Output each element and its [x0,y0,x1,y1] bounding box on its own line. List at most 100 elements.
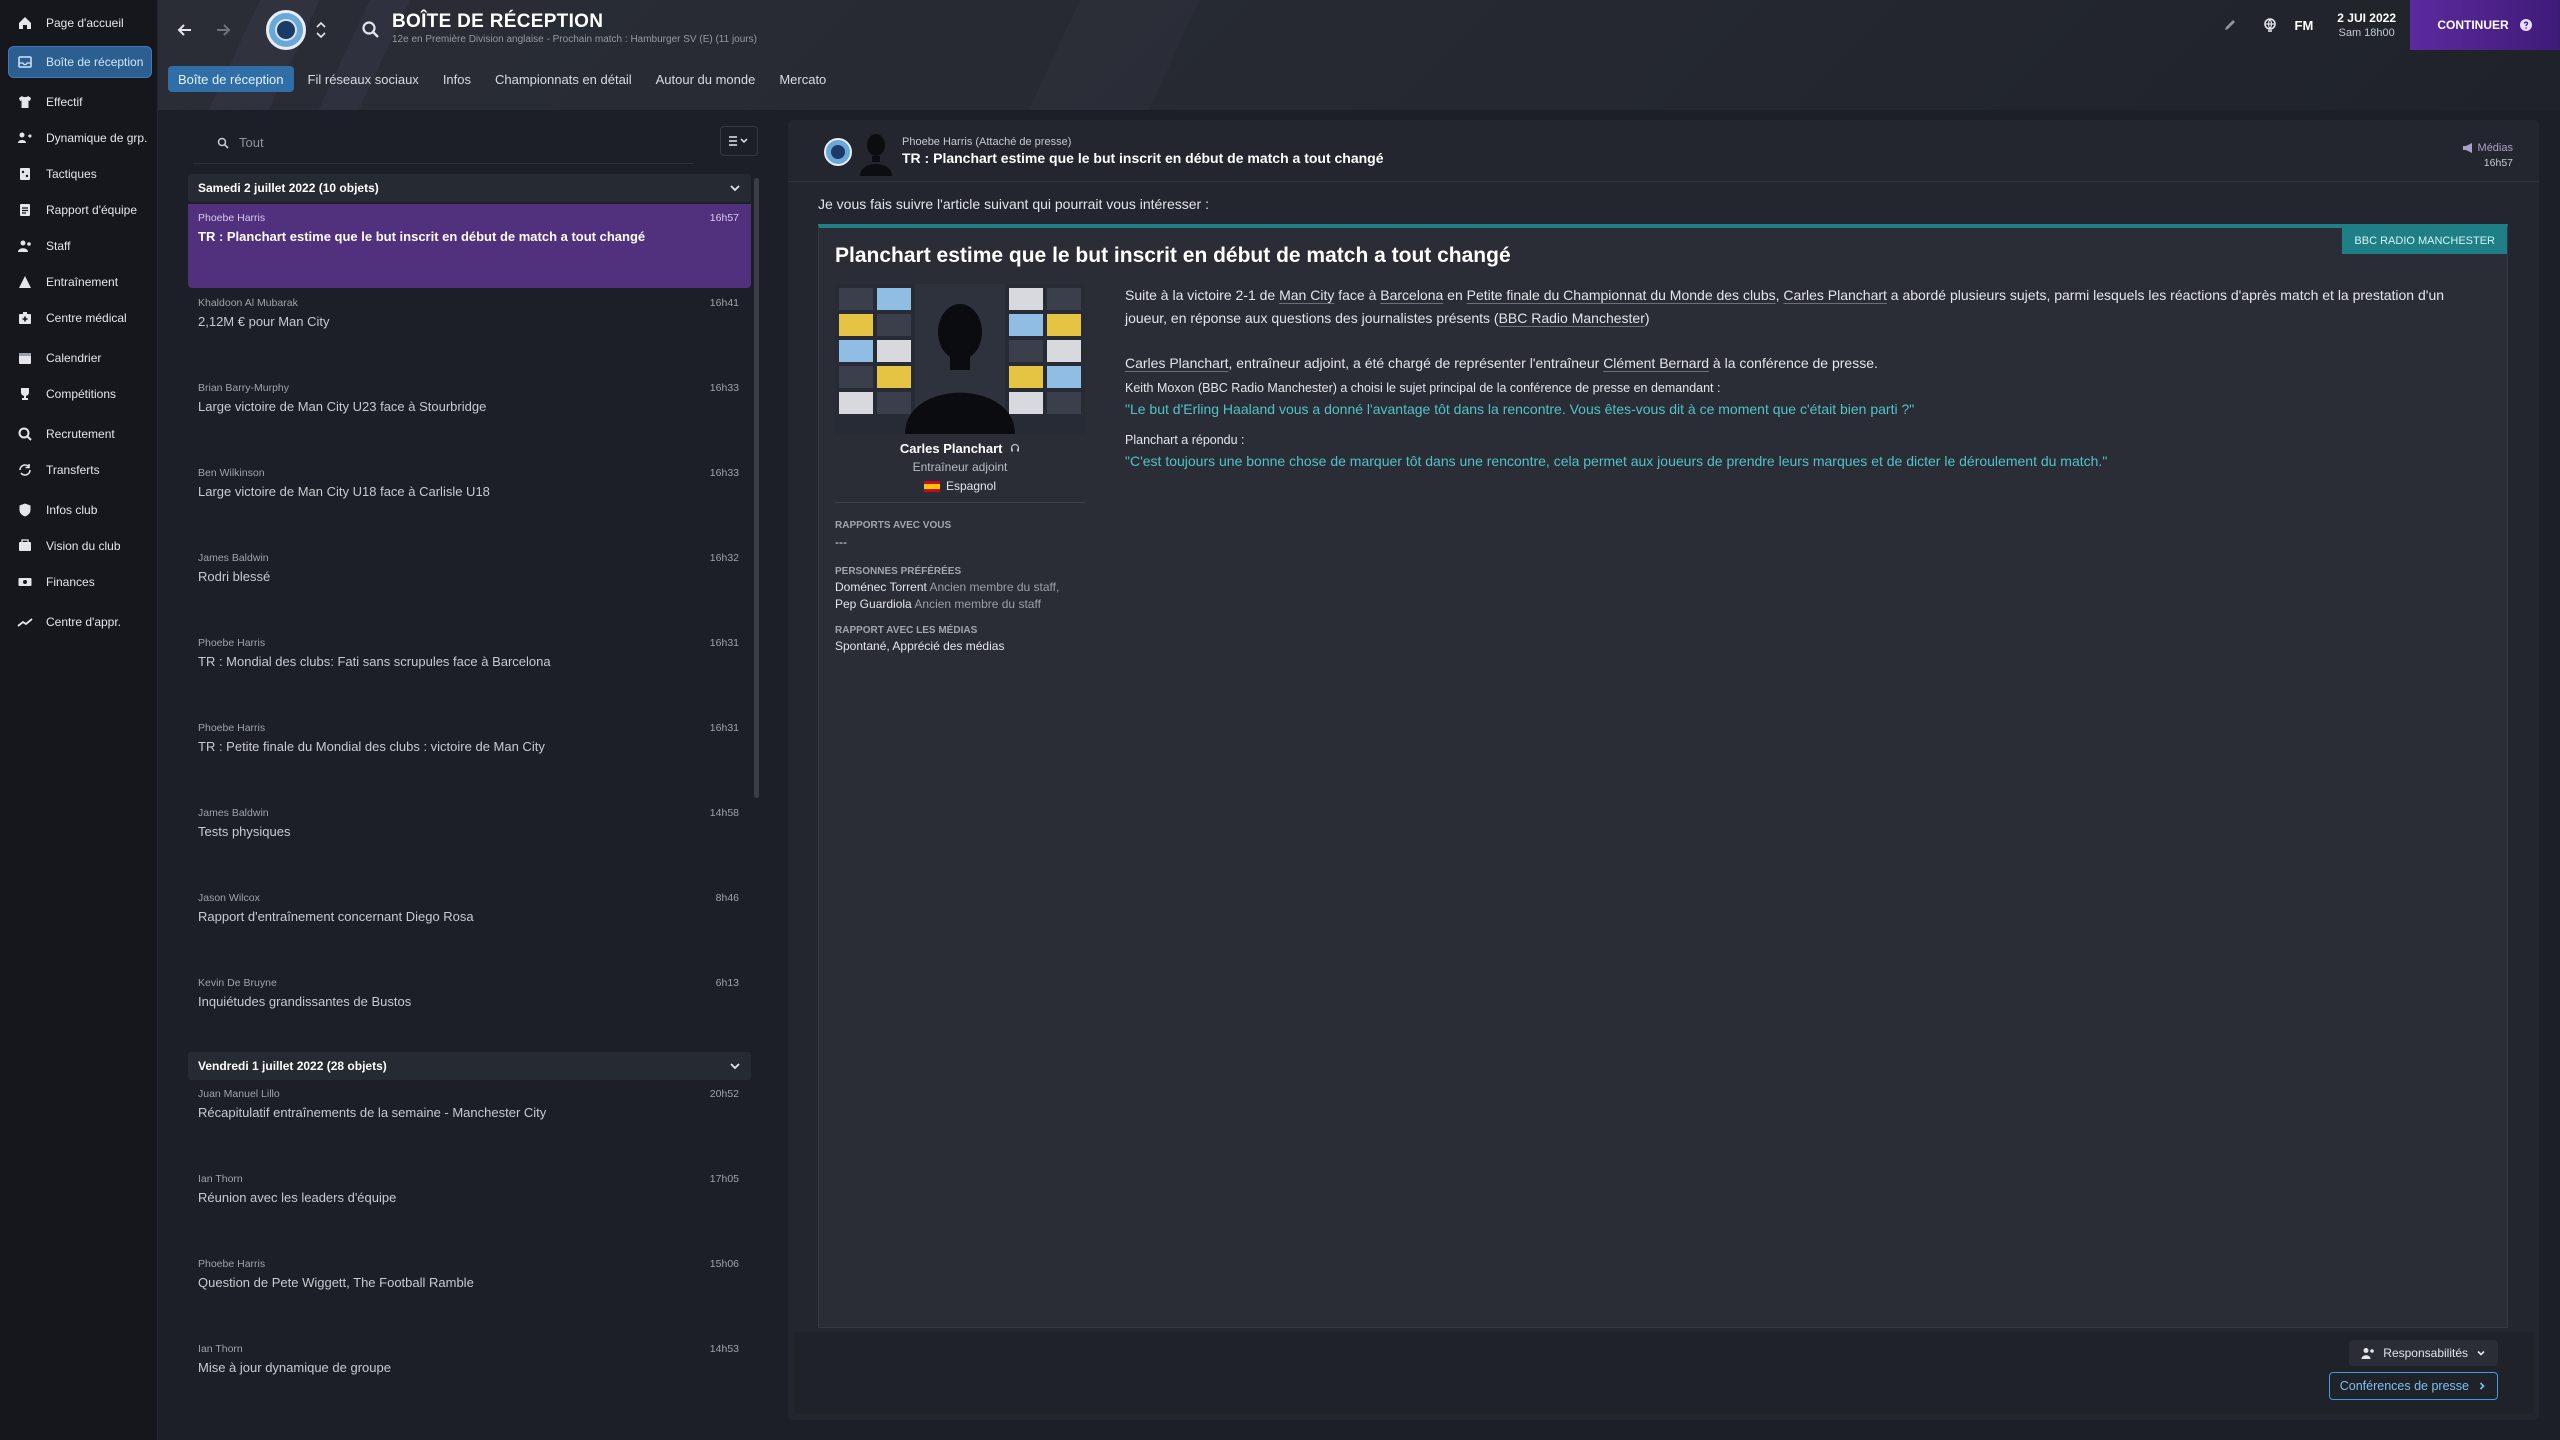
finances-icon [12,574,38,590]
sidebar-item-dynamics[interactable]: Dynamique de grp. [8,122,152,154]
sidebar-item-label: Staff [46,239,71,253]
message-subject: TR : Petite finale du Mondial des clubs … [198,739,545,754]
sidebar-item-medical[interactable]: Centre médical [8,302,152,334]
edit-button[interactable] [2215,9,2245,41]
inbox-message[interactable]: Phoebe Harris 15h06 Question de Pete Wig… [188,1250,751,1334]
trophy-icon [12,386,38,402]
person-photo[interactable] [835,284,1085,434]
chevron-down-icon [730,185,740,192]
text-run: en [1443,287,1467,303]
filter-button[interactable] [720,126,758,156]
sidebar-item-club-info[interactable]: Infos club [8,494,152,526]
tab-competitions-detail[interactable]: Championnats en détail [485,66,642,92]
tab-news[interactable]: Infos [433,66,481,92]
training-icon [12,274,38,290]
sidebar-item-development[interactable]: Centre d'appr. [8,606,152,638]
person-avatar[interactable] [858,130,894,176]
game-date[interactable]: 2 JUI 2022 Sam 18h00 [2337,11,2396,39]
group-header[interactable]: Vendredi 1 juillet 2022 (28 objets) [188,1052,751,1080]
message-subject: Récapitulatif entraînements de la semain… [198,1105,547,1120]
inbox-message[interactable]: Ian Thorn 14h53 Mise à jour dynamique de… [188,1335,751,1419]
staff-icon [12,238,38,254]
link-person[interactable]: Clément Bernard [1603,355,1709,371]
group-header[interactable]: Samedi 2 juillet 2022 (10 objets) [188,174,751,202]
favoured-person-name[interactable]: Doménec Torrent [835,580,927,594]
tab-transfers[interactable]: Mercato [769,66,836,92]
link-media[interactable]: BBC Radio Manchester [1499,310,1645,326]
sidebar-item-team-report[interactable]: Rapport d'équipe [8,194,152,226]
inbox-message[interactable]: James Baldwin 16h32 Rodri blessé [188,544,751,628]
message-sender: Ian Thorn [198,1173,243,1185]
sidebar-item-transfers[interactable]: Transferts [8,454,152,486]
sidebar-item-finances[interactable]: Finances [8,566,152,598]
sidebar-item-squad[interactable]: Effectif [8,86,152,118]
responsibilities-button[interactable]: Responsabilités [2349,1340,2498,1366]
press-conferences-button[interactable]: Conférences de presse [2328,1372,2498,1400]
inbox-message[interactable]: Phoebe Harris 16h31 TR : Mondial des clu… [188,629,751,713]
text-run: ) [1644,310,1650,326]
link-club[interactable]: Man City [1279,287,1334,303]
link-person[interactable]: Carles Planchart [1125,355,1229,371]
message-from[interactable]: Phoebe Harris (Attaché de presse) [902,136,1071,148]
headset-icon [1011,443,1020,452]
chevron-right-icon [2479,1382,2485,1390]
fm-menu[interactable]: FM [2295,18,2314,33]
tab-social-feed[interactable]: Fil réseaux sociaux [298,66,429,92]
favoured-person-desc: Ancien membre du staff [914,597,1041,611]
inbox-scrollbar[interactable] [754,178,759,798]
favoured-person-name[interactable]: Pep Guardiola [835,597,912,611]
link-person[interactable]: Carles Planchart [1783,287,1887,303]
inbox-message[interactable]: Ben Wilkinson 16h33 Large victoire de Ma… [188,459,751,543]
sidebar-item-label: Effectif [46,95,83,109]
inbox-message[interactable]: James Baldwin 14h58 Tests physiques [188,799,751,883]
sidebar-item-training[interactable]: Entraînement [8,266,152,298]
link-competition[interactable]: Petite finale du Championnat du Monde de… [1467,287,1776,303]
continue-button[interactable]: CONTINUER [2410,0,2560,50]
inbox-message[interactable]: Brian Barry-Murphy 16h33 Large victoire … [188,374,751,458]
relations-value: --- [835,535,847,549]
world-button[interactable] [2255,9,2285,41]
inbox-message[interactable]: Ian Thorn 17h05 Réunion avec les leaders… [188,1165,751,1249]
tab-inbox[interactable]: Boîte de réception [168,66,294,92]
group-label: Samedi 2 juillet 2022 (10 objets) [198,181,379,195]
message-subject-title: TR : Planchart estime que le but inscrit… [902,150,1384,166]
sidebar-item-competitions[interactable]: Compétitions [8,378,152,410]
person-name[interactable]: Carles Planchart [835,441,1085,456]
back-button[interactable] [170,14,200,46]
global-search-button[interactable] [358,14,384,46]
inbox-message[interactable]: Phoebe Harris 16h57 TR : Planchart estim… [188,204,751,288]
sidebar-item-home[interactable]: Page d'accueil [8,7,152,39]
message-subject: TR : Planchart estime que le but inscrit… [198,229,646,244]
inbox-message[interactable]: Kevin De Bruyne 6h13 Inquiétudes grandis… [188,969,751,1053]
message-time: 8h46 [715,892,739,904]
inbox-message[interactable]: Khaldoon Al Mubarak 16h41 2,12M € pour M… [188,289,751,373]
club-switch-button[interactable] [314,14,328,46]
sidebar-item-label: Finances [46,575,95,589]
inbox-message[interactable]: Jason Wilcox 8h46 Rapport d'entraînement… [188,884,751,968]
sidebar-item-calendar[interactable]: Calendrier [8,342,152,374]
medical-icon [12,310,38,326]
inbox-message[interactable]: Juan Manuel Lillo 20h52 Récapitulatif en… [188,1080,751,1164]
favoured-person-desc: Ancien membre du staff, [929,580,1060,594]
message-footer: Responsabilités Conférences de presse [794,1332,2534,1414]
inbox-search[interactable]: Tout [193,122,693,164]
sidebar-item-label: Centre d'appr. [46,615,122,629]
person-nationality[interactable]: Espagnol [835,479,1085,493]
group-label: Vendredi 1 juillet 2022 (28 objets) [198,1059,387,1073]
time-text: Sam 18h00 [2338,27,2395,39]
sidebar-item-inbox[interactable]: Boîte de réception [8,46,152,78]
tab-around-world[interactable]: Autour du monde [646,66,766,92]
message-time: 17h05 [709,1173,739,1185]
inbox-message[interactable]: Phoebe Harris 16h31 TR : Petite finale d… [188,714,751,798]
sidebar-item-tactics[interactable]: Tactiques [8,158,152,190]
sidebar-item-staff[interactable]: Staff [8,230,152,262]
forward-button[interactable] [208,14,238,46]
message-time: 15h06 [709,1258,739,1270]
help-circle-icon [2519,19,2532,31]
link-club[interactable]: Barcelona [1380,287,1443,303]
search-input[interactable]: Tout [239,135,264,150]
sidebar-item-club-vision[interactable]: Vision du club [8,530,152,562]
club-crest[interactable] [266,10,306,50]
sidebar-item-scouting[interactable]: Recrutement [8,418,152,450]
message-sender: Khaldoon Al Mubarak [198,297,298,309]
